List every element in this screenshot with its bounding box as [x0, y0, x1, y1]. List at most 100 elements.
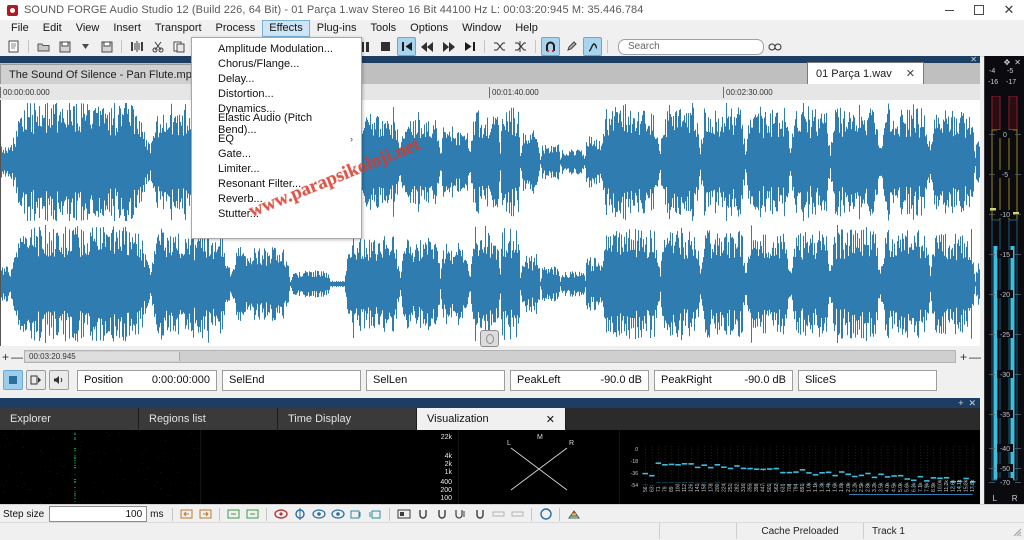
marker-right-icon[interactable] — [244, 507, 261, 522]
dock-tab-explorer[interactable]: Explorer — [0, 408, 139, 430]
effects-item-delay[interactable]: Delay... — [192, 71, 361, 86]
waveform-drag-handle[interactable] — [480, 330, 499, 347]
slices-field[interactable]: SliceS — [798, 369, 937, 391]
effects-dropdown-menu[interactable]: Amplitude Modulation... Chorus/Flange...… — [191, 37, 362, 239]
vertical-zoom-out-button[interactable]: — — [969, 351, 981, 363]
document-tab-wav[interactable]: 01 Parça 1.wav ✕ — [806, 62, 924, 84]
copy-icon[interactable] — [169, 37, 188, 56]
region-u3-icon[interactable] — [471, 507, 488, 522]
zoom-out-button[interactable]: — — [11, 351, 23, 363]
meter-move-icon[interactable]: ✥ — [1004, 58, 1011, 67]
document-close-icon[interactable]: ✕ — [970, 56, 977, 64]
search-options-icon[interactable] — [765, 37, 784, 56]
menu-insert[interactable]: Insert — [106, 20, 148, 37]
region-sp-icon[interactable] — [452, 507, 469, 522]
stop-icon[interactable] — [376, 37, 395, 56]
menu-edit[interactable]: Edit — [36, 20, 69, 37]
menu-window[interactable]: Window — [455, 20, 508, 37]
dock-close-icon[interactable]: ✕ — [968, 398, 976, 408]
open-file-icon[interactable] — [34, 37, 53, 56]
document-tab-mp4[interactable]: The Sound Of Silence - Pan Flute.mp4 — [0, 64, 207, 84]
search-box[interactable] — [618, 38, 764, 55]
snap-magnet-icon[interactable] — [541, 37, 560, 56]
effects-item-limiter[interactable]: Limiter... — [192, 161, 361, 176]
menu-effects[interactable]: Effects — [262, 20, 310, 37]
effects-item-elastic-audio[interactable]: Elastic Audio (Pitch Bend)... — [192, 112, 361, 136]
edit-tool-icon[interactable] — [562, 37, 581, 56]
frequency-scale-view[interactable]: 22k 4k 2k 1k 400 200 100 — [201, 430, 459, 504]
zoom-in-button[interactable]: + — [0, 351, 11, 363]
fade-in-icon[interactable] — [490, 507, 507, 522]
monitor-button[interactable] — [26, 370, 46, 390]
menu-view[interactable]: View — [69, 20, 107, 37]
effects-item-gate[interactable]: Gate... — [192, 146, 361, 161]
minimize-button[interactable] — [934, 0, 964, 20]
close-button[interactable]: ✕ — [994, 0, 1024, 20]
sellen-field[interactable]: SelLen — [366, 369, 505, 391]
record-arm-button[interactable] — [3, 370, 23, 390]
cut-icon[interactable] — [148, 37, 167, 56]
goniometer-view[interactable]: L M R — [459, 430, 620, 504]
selection-grid-right-icon[interactable] — [367, 507, 384, 522]
search-input[interactable] — [626, 40, 756, 53]
region-u-icon[interactable] — [414, 507, 431, 522]
maximize-button[interactable] — [964, 0, 994, 20]
save-dropdown-chevron-down-icon[interactable] — [76, 37, 95, 56]
effects-item-resonant-filter[interactable]: Resonant Filter... — [192, 176, 361, 191]
insert-marker-icon[interactable] — [395, 507, 412, 522]
go-to-start-icon[interactable] — [397, 37, 416, 56]
effects-item-stutter[interactable]: Stutter... — [192, 206, 361, 221]
dock-restore-icon[interactable]: + — [958, 398, 963, 408]
center-marker-icon[interactable] — [291, 507, 308, 522]
waveform-display[interactable] — [0, 100, 980, 346]
level-meter-panel[interactable]: ✥ ✕ -4 -5 -16 -17 0 -5 -10 -15 -20 -25 -30 -35 -… — [984, 56, 1024, 504]
zoom-selection-icon[interactable] — [310, 507, 327, 522]
speaker-volume-button[interactable] — [49, 370, 69, 390]
save-icon[interactable] — [55, 37, 74, 56]
fade-out-icon[interactable] — [509, 507, 526, 522]
rewind-icon[interactable] — [418, 37, 437, 56]
effects-item-eq[interactable]: EQ › — [192, 131, 361, 146]
dock-tab-regions-list[interactable]: Regions list — [139, 408, 278, 430]
document-tab-close-icon[interactable]: ✕ — [906, 67, 915, 80]
color-palette-icon[interactable] — [565, 507, 582, 522]
spectrum-analyzer-view[interactable]: 0 -18 -36 -54 56 63 71 79 89 100 112 126 141 158 178 20… — [620, 430, 980, 504]
selection-grid-left-icon[interactable] — [348, 507, 365, 522]
spectrogram-view[interactable] — [0, 430, 201, 504]
horizontal-scrollbar[interactable]: 00:03:20.945 — [24, 350, 956, 363]
menu-transport[interactable]: Transport — [148, 20, 209, 37]
selend-field[interactable]: SelEnd — [222, 369, 361, 391]
meter-close-icon[interactable]: ✕ — [1014, 58, 1021, 67]
dock-tab-time-display[interactable]: Time Display — [278, 408, 417, 430]
dock-tab-visualization[interactable]: Visualization ✕ — [417, 408, 566, 430]
region-u2-icon[interactable] — [433, 507, 450, 522]
time-ruler[interactable]: 00:00:00.000 00:01:40.000 00:02:30.000 — [0, 84, 980, 101]
pencil-draw-icon[interactable] — [583, 37, 602, 56]
trim-icon[interactable] — [127, 37, 146, 56]
zoom-full-icon[interactable] — [329, 507, 346, 522]
step-size-input[interactable]: 100 — [49, 506, 148, 522]
fast-forward-icon[interactable] — [439, 37, 458, 56]
menu-options[interactable]: Options — [403, 20, 455, 37]
vertical-zoom-in-button[interactable]: + — [958, 351, 969, 363]
go-to-end-icon[interactable] — [460, 37, 479, 56]
playhead-cursor[interactable] — [0, 100, 1, 346]
effects-item-amplitude-modulation[interactable]: Amplitude Modulation... — [192, 41, 361, 56]
resize-grip-icon[interactable] — [1010, 525, 1022, 537]
menu-file[interactable]: File — [4, 20, 36, 37]
refresh-icon[interactable] — [537, 507, 554, 522]
effects-item-reverb[interactable]: Reverb... — [192, 191, 361, 206]
menu-help[interactable]: Help — [508, 20, 545, 37]
nudge-left-icon[interactable] — [178, 507, 195, 522]
marker-left-icon[interactable] — [225, 507, 242, 522]
peakleft-field[interactable]: PeakLeft -90.0 dB — [510, 369, 649, 391]
effects-item-chorus-flange[interactable]: Chorus/Flange... — [192, 56, 361, 71]
menu-plugins[interactable]: Plug-ins — [310, 20, 364, 37]
position-field[interactable]: Position 0:00:00:000 — [77, 369, 217, 391]
effects-item-distortion[interactable]: Distortion... — [192, 86, 361, 101]
shuffle-icon[interactable] — [490, 37, 509, 56]
nudge-right-icon[interactable] — [197, 507, 214, 522]
menu-tools[interactable]: Tools — [363, 20, 403, 37]
new-file-icon[interactable] — [4, 37, 23, 56]
peakright-field[interactable]: PeakRight -90.0 dB — [654, 369, 793, 391]
